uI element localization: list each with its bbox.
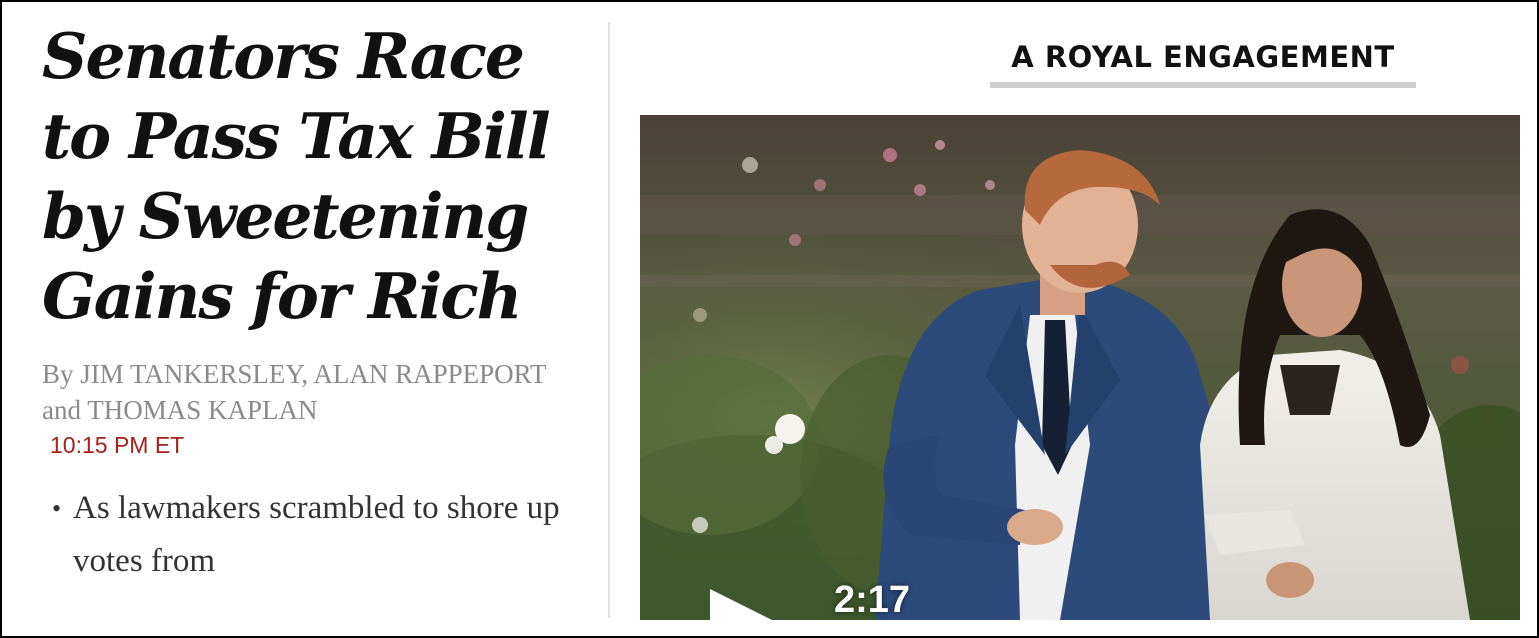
video-player[interactable]: 2:17	[640, 115, 1520, 620]
summary-list: • As lawmakers scrambled to shore up vot…	[42, 482, 582, 588]
bullet-icon: •	[52, 494, 62, 523]
timestamp: 10:15 PM ET	[50, 432, 185, 458]
section-kicker[interactable]: A ROYAL ENGAGEMENT	[990, 40, 1416, 88]
summary-text: As lawmakers scrambled to shore up votes…	[73, 490, 560, 579]
page-frame: Senators Race to Pass Tax Bill by Sweete…	[0, 0, 1539, 638]
play-icon[interactable]	[710, 589, 772, 620]
video-thumbnail	[640, 115, 1520, 620]
column-divider	[608, 22, 610, 618]
lead-story: Senators Race to Pass Tax Bill by Sweete…	[42, 16, 582, 588]
summary-item: • As lawmakers scrambled to shore up vot…	[42, 482, 573, 588]
kicker-wrap: A ROYAL ENGAGEMENT	[990, 40, 1416, 88]
byline: By JIM TANKERSLEY, ALAN RAPPEPORT and TH…	[42, 359, 547, 425]
lead-headline[interactable]: Senators Race to Pass Tax Bill by Sweete…	[42, 16, 562, 336]
video-duration: 2:17	[834, 579, 911, 620]
